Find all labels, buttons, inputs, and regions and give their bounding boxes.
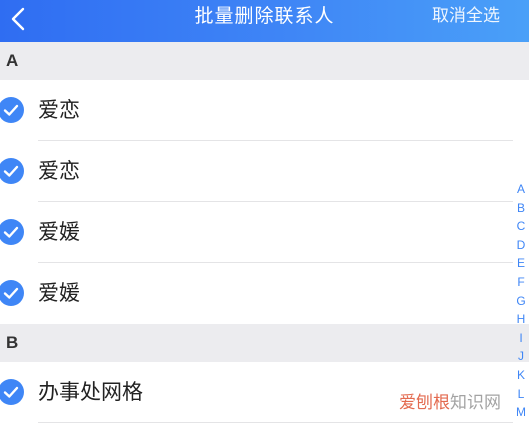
- index-letter[interactable]: H: [514, 310, 528, 329]
- check-circle-icon[interactable]: [0, 96, 25, 124]
- contact-row[interactable]: 爱恋: [0, 80, 529, 141]
- contact-row[interactable]: 爱媛: [0, 202, 529, 263]
- index-letter[interactable]: A: [514, 180, 528, 199]
- index-letter[interactable]: K: [514, 366, 528, 385]
- index-letter[interactable]: E: [514, 254, 528, 273]
- watermark-brand: 爱刨根: [399, 393, 450, 413]
- check-circle-icon[interactable]: [0, 279, 25, 307]
- check-circle-icon[interactable]: [0, 218, 25, 246]
- contact-name: 爱媛: [38, 281, 80, 305]
- alphabet-index-bar[interactable]: A B C D E F G H I J K L M: [514, 180, 528, 422]
- cancel-select-all-button[interactable]: 取消全选: [432, 0, 500, 34]
- contact-name: 爱恋: [38, 98, 80, 122]
- index-letter[interactable]: L: [514, 385, 528, 404]
- contact-name: 爱媛: [38, 220, 80, 244]
- section-header-a: A: [0, 42, 529, 80]
- index-letter[interactable]: M: [514, 403, 528, 422]
- watermark: 爱刨根知识网: [399, 388, 501, 413]
- check-circle-icon[interactable]: [0, 157, 25, 185]
- index-letter[interactable]: G: [514, 292, 528, 311]
- contact-row[interactable]: 爱恋: [0, 141, 529, 202]
- nav-header: 批量删除联系人 取消全选: [0, 0, 529, 42]
- contact-name: 办事处网格: [38, 380, 143, 404]
- contact-list: A 爱恋 爱恋 爱媛 爱媛 B 办事处网格: [0, 42, 529, 423]
- section-header-b: B: [0, 324, 529, 362]
- check-circle-icon[interactable]: [0, 378, 25, 406]
- contact-name: 爱恋: [38, 159, 80, 183]
- index-letter[interactable]: B: [514, 199, 528, 218]
- index-letter[interactable]: J: [514, 347, 528, 366]
- index-letter[interactable]: I: [514, 329, 528, 348]
- contact-row[interactable]: 爱媛: [0, 263, 529, 324]
- watermark-suffix: 知识网: [450, 393, 501, 413]
- index-letter[interactable]: C: [514, 217, 528, 236]
- index-letter[interactable]: D: [514, 236, 528, 255]
- index-letter[interactable]: F: [514, 273, 528, 292]
